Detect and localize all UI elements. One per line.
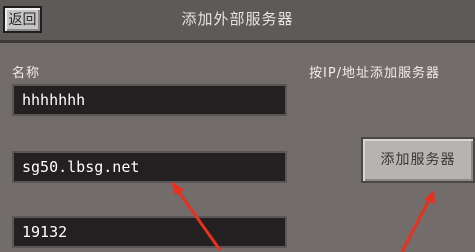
name-label: 名称 xyxy=(12,66,41,81)
page-title: 添加外部服务器 xyxy=(181,10,294,28)
server-address-field[interactable]: sg50.lbsg.net xyxy=(12,151,287,183)
add-server-button[interactable]: 添加服务器 xyxy=(361,137,475,183)
server-port-field[interactable]: 19132 xyxy=(12,216,287,248)
add-by-address-hint: 按IP/地址添加服务器 xyxy=(309,66,441,81)
server-name-field[interactable]: hhhhhhh xyxy=(12,84,287,116)
back-button[interactable]: 返回 xyxy=(3,6,42,33)
